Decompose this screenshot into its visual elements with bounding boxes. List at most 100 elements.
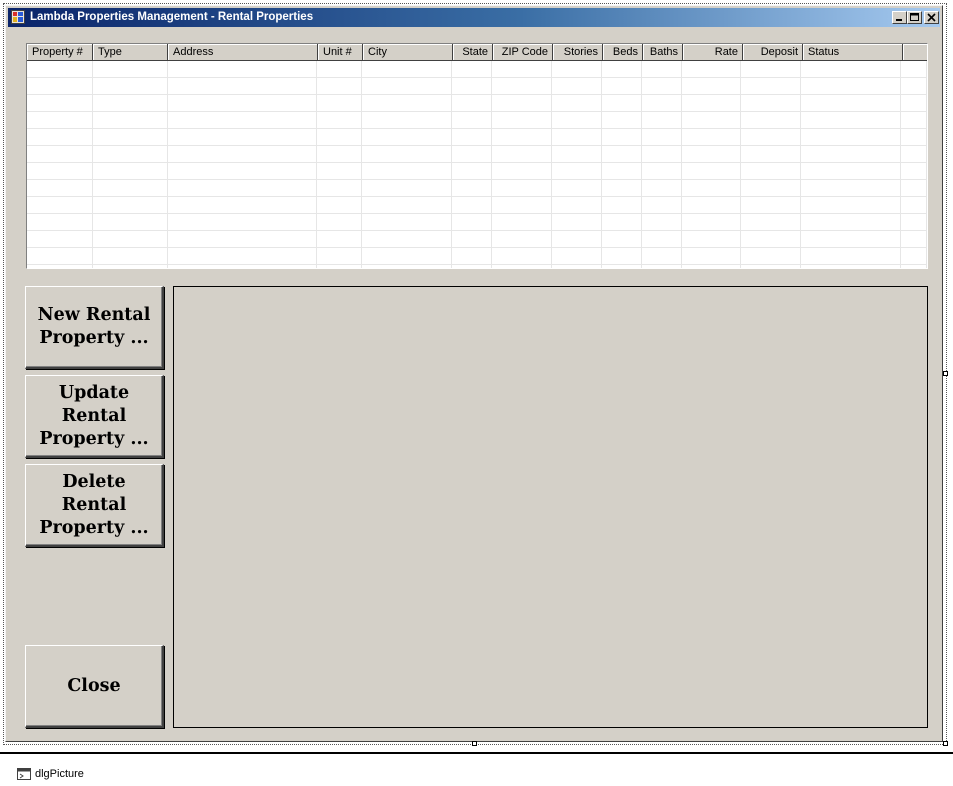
grid-line-cell <box>642 95 682 111</box>
grid-line-row <box>27 78 927 95</box>
grid-line-cell <box>362 112 453 128</box>
properties-list-view[interactable]: Property # Type Address Unit # City State ZIP … <box>26 43 928 269</box>
grid-line-cell <box>93 231 168 247</box>
column-header[interactable]: Type <box>93 44 168 61</box>
grid-line-cell <box>901 61 927 77</box>
grid-line-cell <box>682 61 742 77</box>
grid-line-cell <box>93 163 168 179</box>
resize-handle-corner[interactable] <box>943 741 948 746</box>
grid-line-cell <box>741 214 802 230</box>
grid-line-cell <box>552 197 602 213</box>
close-button[interactable]: Close <box>25 645 164 728</box>
grid-line-cell <box>741 197 802 213</box>
grid-line-cell <box>901 146 927 162</box>
grid-line-cell <box>362 231 453 247</box>
column-header[interactable]: Rate <box>683 44 743 61</box>
resize-handle-bottom[interactable] <box>472 741 477 746</box>
grid-line-cell <box>552 248 602 264</box>
new-rental-property-button[interactable]: New Rental Property ... <box>25 286 164 369</box>
grid-line-cell <box>901 248 927 264</box>
grid-line-cell <box>901 112 927 128</box>
column-header[interactable]: ZIP Code <box>493 44 553 61</box>
grid-line-cell <box>27 197 93 213</box>
grid-line-cell <box>93 197 168 213</box>
grid-line-cell <box>362 163 453 179</box>
grid-line-cell <box>492 61 552 77</box>
grid-line-cell <box>168 231 318 247</box>
grid-line-cell <box>642 78 682 94</box>
column-header[interactable]: Baths <box>643 44 683 61</box>
grid-line-cell <box>801 265 902 268</box>
grid-line-cell <box>901 265 927 268</box>
grid-line-cell <box>552 231 602 247</box>
grid-line-row <box>27 231 927 248</box>
grid-line-cell <box>602 197 642 213</box>
grid-line-cell <box>642 248 682 264</box>
grid-line-cell <box>741 78 802 94</box>
column-header[interactable]: Address <box>168 44 318 61</box>
grid-line-cell <box>27 78 93 94</box>
grid-line-cell <box>901 197 927 213</box>
grid-line-cell <box>492 231 552 247</box>
grid-line-cell <box>317 95 363 111</box>
grid-line-cell <box>682 248 742 264</box>
grid-line-cell <box>27 95 93 111</box>
grid-line-cell <box>642 146 682 162</box>
grid-line-cell <box>362 180 453 196</box>
grid-line-cell <box>362 129 453 145</box>
grid-line-cell <box>552 112 602 128</box>
grid-line-cell <box>741 163 802 179</box>
column-header[interactable]: Status <box>803 44 903 61</box>
grid-line-cell <box>682 197 742 213</box>
column-header[interactable]: Stories <box>553 44 603 61</box>
minimize-button[interactable] <box>892 11 907 24</box>
column-header[interactable]: Beds <box>603 44 643 61</box>
component-tray-item[interactable]: dlgPicture <box>17 768 84 780</box>
delete-rental-property-button[interactable]: Delete Rental Property ... <box>25 464 164 547</box>
close-window-button[interactable] <box>924 11 939 24</box>
grid-line-cell <box>801 214 902 230</box>
grid-line-cell <box>492 180 552 196</box>
grid-line-cell <box>741 95 802 111</box>
grid-line-cell <box>741 112 802 128</box>
grid-line-cell <box>362 61 453 77</box>
grid-line-cell <box>801 231 902 247</box>
grid-line-cell <box>362 197 453 213</box>
grid-line-cell <box>492 129 552 145</box>
grid-line-cell <box>362 95 453 111</box>
grid-line-cell <box>682 78 742 94</box>
grid-line-cell <box>168 265 318 268</box>
grid-line-cell <box>552 265 602 268</box>
grid-line-cell <box>168 197 318 213</box>
grid-line-cell <box>93 78 168 94</box>
grid-line-cell <box>602 129 642 145</box>
column-header[interactable]: Property # <box>27 44 93 61</box>
grid-line-cell <box>168 163 318 179</box>
column-header[interactable]: City <box>363 44 453 61</box>
maximize-button[interactable] <box>907 11 922 24</box>
resize-handle-right[interactable] <box>943 371 948 376</box>
column-header[interactable]: Unit # <box>318 44 363 61</box>
grid-line-cell <box>602 231 642 247</box>
grid-line-cell <box>741 231 802 247</box>
form-app-icon <box>11 10 25 24</box>
list-body[interactable] <box>27 61 927 268</box>
title-bar[interactable]: Lambda Properties Management - Rental Pr… <box>8 8 940 27</box>
grid-line-cell <box>552 78 602 94</box>
grid-line-cell <box>452 129 492 145</box>
column-header[interactable]: State <box>453 44 493 61</box>
close-icon <box>927 13 936 22</box>
grid-line-cell <box>27 265 93 268</box>
grid-line-cell <box>452 78 492 94</box>
grid-line-cell <box>452 95 492 111</box>
grid-line-cell <box>93 248 168 264</box>
update-rental-property-button[interactable]: Update Rental Property ... <box>25 375 164 458</box>
grid-line-row <box>27 146 927 163</box>
grid-line-cell <box>741 180 802 196</box>
grid-line-cell <box>682 214 742 230</box>
column-header-filler <box>903 44 927 61</box>
grid-line-cell <box>93 146 168 162</box>
grid-line-cell <box>552 163 602 179</box>
grid-line-cell <box>552 146 602 162</box>
column-header[interactable]: Deposit <box>743 44 803 61</box>
